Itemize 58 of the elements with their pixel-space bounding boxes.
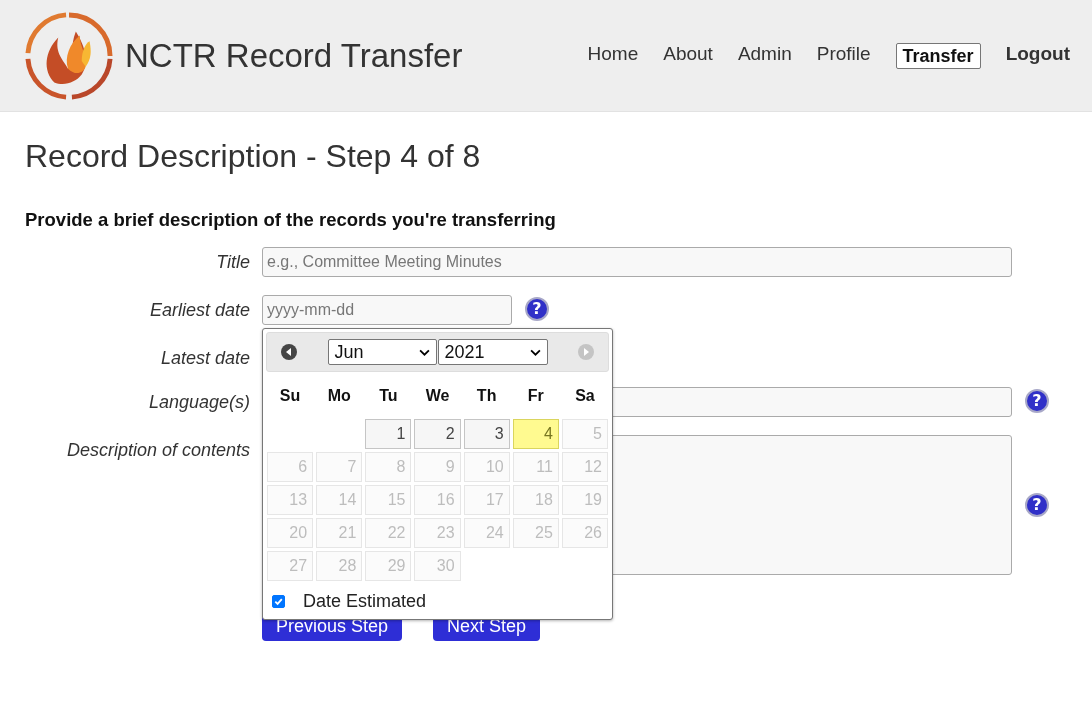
help-button[interactable]: ? — [525, 297, 549, 321]
calendar-day: 11 — [512, 452, 559, 482]
calendar-day: 27 — [267, 551, 314, 581]
calendar-day[interactable]: 1 — [365, 419, 412, 449]
input-field[interactable]: e.g., Committee Meeting Minutes — [262, 247, 1012, 277]
calendar-day: 30 — [414, 551, 461, 581]
calendar-day: 17 — [463, 485, 510, 515]
weekday-label: Sa — [574, 386, 596, 406]
calendar-day: 6 — [267, 452, 314, 482]
weekday-label: Fr — [526, 386, 545, 406]
calendar-day: 28 — [316, 551, 363, 581]
field-label: Language(s) — [147, 391, 250, 413]
field-label: Earliest date — [148, 299, 250, 321]
calendar-day[interactable]: 4 — [512, 419, 559, 449]
nav-link[interactable]: Home — [587, 42, 639, 69]
calendar-day: 29 — [365, 551, 412, 581]
field-label: Title — [215, 251, 250, 273]
weekday-label: Mo — [326, 386, 352, 406]
weekday-label: Tu — [378, 386, 399, 406]
section-heading: Provide a brief description of the records you're transferring — [25, 209, 557, 231]
calendar-day: 15 — [365, 485, 412, 515]
calendar-day[interactable]: 2 — [414, 419, 461, 449]
calendar-day: 24 — [463, 518, 510, 548]
calendar-day: 19 — [561, 485, 608, 515]
calendar-day: 5 — [561, 419, 608, 449]
date-field[interactable]: yyyy-mm-dd — [262, 295, 512, 325]
nav-link[interactable]: About — [663, 42, 713, 69]
month-select[interactable]: Jun — [327, 339, 437, 365]
calendar-day: 16 — [414, 485, 461, 515]
calendar-day[interactable]: 3 — [463, 419, 510, 449]
calendar-day: 25 — [512, 518, 559, 548]
calendar-day: 23 — [414, 518, 461, 548]
help-button[interactable]: ? — [1025, 389, 1049, 413]
nav-link[interactable]: Profile — [816, 42, 871, 69]
calendar-day: 14 — [316, 485, 363, 515]
calendar-day: 9 — [414, 452, 461, 482]
calendar-day: 21 — [316, 518, 363, 548]
calendar-day: 18 — [512, 485, 559, 515]
nav-link[interactable]: Admin — [737, 42, 792, 69]
site-title: NCTR Record Transfer — [125, 36, 463, 75]
weekday-label: Su — [278, 386, 302, 406]
calendar-day: 22 — [365, 518, 412, 548]
calendar-day: 8 — [365, 452, 412, 482]
year-select[interactable]: 2021 — [437, 339, 548, 365]
field-label: Description of contents — [65, 439, 250, 461]
calendar-day: 7 — [316, 452, 363, 482]
calendar-day: 10 — [463, 452, 510, 482]
help-button[interactable]: ? — [1025, 493, 1049, 517]
calendar-day: 12 — [561, 452, 608, 482]
nav-link[interactable]: Logout — [1005, 42, 1070, 69]
weekday-label: Th — [475, 386, 498, 406]
calendar-day: 20 — [267, 518, 314, 548]
calendar-day: 13 — [267, 485, 314, 515]
calendar-day: 26 — [561, 518, 608, 548]
field-label: Latest date — [159, 347, 250, 369]
nav-link[interactable]: Transfer — [895, 42, 981, 69]
page-heading: Record Description - Step 4 of 8 — [25, 138, 482, 175]
weekday-label: We — [424, 386, 451, 406]
